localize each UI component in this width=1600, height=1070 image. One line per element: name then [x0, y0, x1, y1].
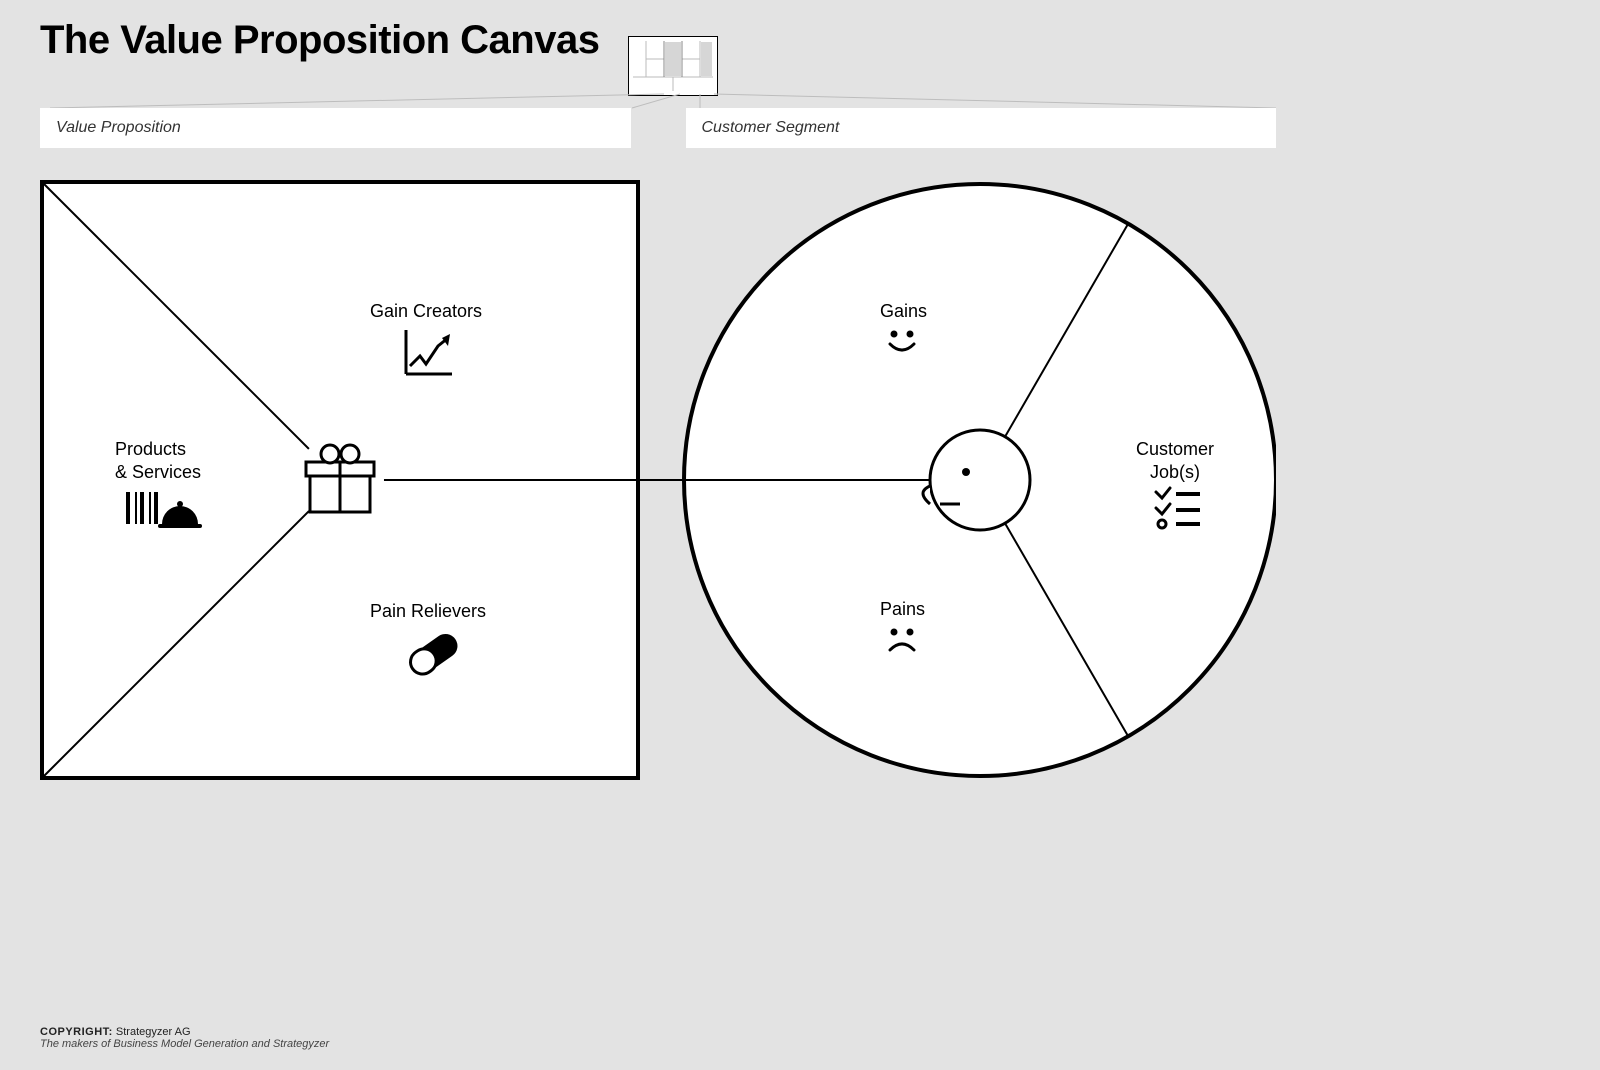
tab-label: Customer Segment [702, 119, 840, 137]
canvas-diagram: Products& Services Gain Creators Pain Re… [40, 180, 1276, 780]
gift-icon [296, 436, 384, 524]
page-title: The Value Proposition Canvas [40, 18, 599, 63]
label-products-services: Products& Services [115, 438, 201, 483]
tab-label: Value Proposition [56, 119, 181, 137]
footer-copyright-holder: Strategyzer AG [116, 1026, 191, 1038]
footer: COPYRIGHT: Strategyzer AG The makers of … [40, 1026, 329, 1050]
footer-tagline: The makers of Business Model Generation … [40, 1038, 329, 1050]
label-gains: Gains [880, 300, 927, 323]
footer-copyright-label: COPYRIGHT: [40, 1026, 113, 1038]
label-pains: Pains [880, 598, 925, 621]
tab-value-proposition: Value Proposition [40, 108, 631, 148]
tab-customer-segment: Customer Segment [686, 108, 1277, 148]
mini-map [628, 36, 718, 96]
page: The Value Proposition Canvas [0, 0, 1600, 1070]
label-pain-relievers: Pain Relievers [370, 600, 486, 623]
section-tabs: Value Proposition Customer Segment [40, 108, 1276, 148]
label-customer-jobs: CustomerJob(s) [1136, 438, 1214, 483]
label-gain-creators: Gain Creators [370, 300, 482, 323]
